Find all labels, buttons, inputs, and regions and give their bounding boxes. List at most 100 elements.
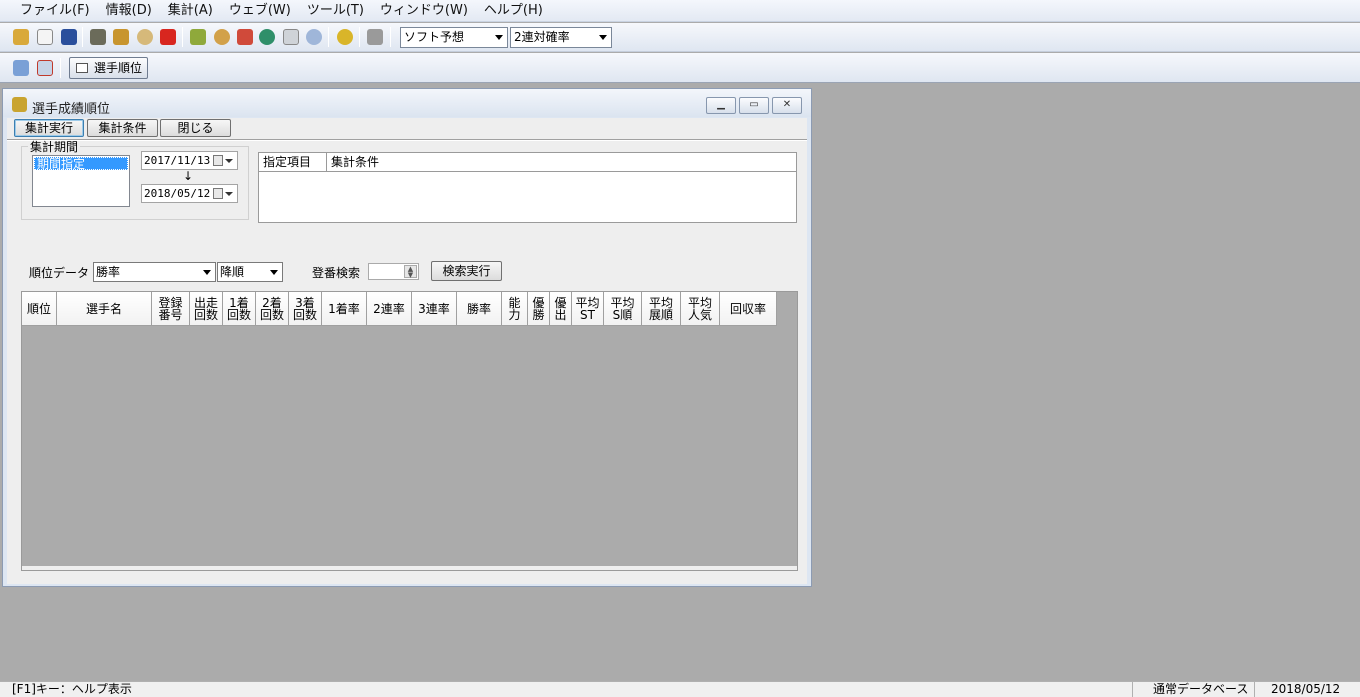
web-link-icon[interactable] bbox=[337, 29, 353, 45]
column-header[interactable]: 平均 展順 bbox=[642, 292, 681, 326]
date-to-picker[interactable]: 2018/05/12 bbox=[141, 184, 238, 203]
column-header-item[interactable]: 指定項目 bbox=[259, 153, 327, 172]
star-icon[interactable] bbox=[367, 29, 383, 45]
calendar-icon bbox=[213, 188, 223, 199]
toolbar-separator bbox=[359, 27, 360, 47]
column-header-condition[interactable]: 集計条件 bbox=[327, 153, 379, 171]
close-windows-icon[interactable] bbox=[37, 60, 53, 76]
chevron-down-icon bbox=[203, 270, 211, 275]
column-header[interactable]: 平均 人気 bbox=[681, 292, 720, 326]
menu-aggregate[interactable]: 集計(A) bbox=[160, 1, 221, 21]
window-toolbar bbox=[0, 53, 1360, 83]
column-header[interactable]: 回収率 bbox=[720, 292, 777, 326]
column-header[interactable]: 登録 番号 bbox=[152, 292, 190, 326]
motor-icon[interactable] bbox=[214, 29, 230, 45]
spin-arrows-icon[interactable]: ▲ ▼ bbox=[404, 265, 417, 279]
tab-racer-ranking-label: 選手順位 bbox=[94, 61, 143, 75]
maximize-button[interactable]: ▭ bbox=[739, 97, 769, 114]
search-run-button[interactable]: 検索実行 bbox=[431, 261, 502, 281]
chevron-down-icon bbox=[495, 35, 503, 40]
racer-group-icon[interactable] bbox=[90, 29, 106, 45]
ranking-table[interactable]: 順位 選手名 登録 番号 出走 回数 1着 回数 2着 回数 3着 回数 1着率… bbox=[21, 291, 798, 571]
toolbar-separator bbox=[182, 27, 183, 47]
racer-icon bbox=[12, 97, 27, 112]
tab-racer-ranking[interactable]: 選手順位 bbox=[69, 57, 148, 79]
date-to-value: 2018/05/12 bbox=[144, 187, 211, 200]
column-header[interactable]: 1着 回数 bbox=[223, 292, 256, 326]
probability-value: 2連対確率 bbox=[514, 30, 570, 44]
gear-icon[interactable] bbox=[137, 29, 153, 45]
calendar-icon bbox=[213, 155, 223, 166]
column-header[interactable]: 出走 回数 bbox=[190, 292, 223, 326]
run-aggregate-button[interactable]: 集計実行 bbox=[14, 119, 84, 137]
column-header[interactable]: 選手名 bbox=[57, 292, 152, 326]
calculator-icon[interactable] bbox=[283, 29, 299, 45]
menu-bar: ファイル(F) 情報(D) 集計(A) ウェブ(W) ツール(T) ウィンドウ(… bbox=[0, 0, 1360, 22]
checkflag-icon[interactable] bbox=[237, 29, 253, 45]
chevron-down-icon bbox=[599, 35, 607, 40]
document-icon[interactable] bbox=[37, 29, 53, 45]
racer-edit-icon[interactable] bbox=[190, 29, 206, 45]
divider bbox=[7, 139, 807, 141]
help-hint: [F1]キー：ヘルプ表示 bbox=[12, 682, 132, 696]
period-group: 集計期間 期間指定 2017/11/13 ↓ 2018/05/12 bbox=[21, 141, 249, 220]
date-status: 2018/05/12 bbox=[1254, 682, 1360, 697]
menu-file[interactable]: ファイル(F) bbox=[12, 1, 98, 21]
save-icon[interactable] bbox=[61, 29, 77, 45]
aggregate-conditions-button[interactable]: 集計条件 bbox=[87, 119, 158, 137]
chevron-down-icon bbox=[225, 192, 233, 196]
column-header[interactable]: 順位 bbox=[22, 292, 57, 326]
racer-ranking-window: 選手成績順位 ▁ ▭ ✕ 集計実行 集計条件 閉じる 集計期間 期間指定 201… bbox=[2, 88, 812, 587]
forecast-soft-select[interactable]: ソフト予想 bbox=[400, 27, 508, 48]
conditions-grid[interactable]: 指定項目 集計条件 bbox=[258, 152, 797, 223]
menu-window[interactable]: ウィンドウ(W) bbox=[372, 1, 476, 21]
rank-data-value: 勝率 bbox=[96, 265, 121, 279]
database-status: 通常データベース bbox=[1132, 682, 1254, 697]
toolbar-separator bbox=[390, 27, 391, 47]
chevron-down-icon bbox=[270, 270, 278, 275]
date-from-value: 2017/11/13 bbox=[144, 154, 211, 167]
cascade-windows-icon[interactable] bbox=[13, 60, 29, 76]
window-title: 選手成績順位 bbox=[32, 102, 111, 117]
minimize-button[interactable]: ▁ bbox=[706, 97, 736, 114]
column-header[interactable]: 能 力 bbox=[502, 292, 528, 326]
menu-web[interactable]: ウェブ(W) bbox=[221, 1, 299, 21]
ranking-table-header: 順位 選手名 登録 番号 出走 回数 1着 回数 2着 回数 3着 回数 1着率… bbox=[22, 292, 777, 326]
flag-icon[interactable] bbox=[160, 29, 176, 45]
arrow-down-icon: ↓ bbox=[183, 169, 194, 183]
column-header[interactable]: 1着率 bbox=[322, 292, 367, 326]
rank-data-select[interactable]: 勝率 bbox=[93, 262, 216, 282]
sort-order-select[interactable]: 降順 bbox=[217, 262, 283, 282]
open-folder-icon[interactable] bbox=[13, 29, 29, 45]
close-window-button[interactable]: ✕ bbox=[772, 97, 802, 114]
registration-search-label: 登番検索 bbox=[312, 266, 361, 280]
forecast-soft-value: ソフト予想 bbox=[404, 30, 465, 44]
column-header[interactable]: 勝率 bbox=[457, 292, 502, 326]
column-header[interactable]: 平均 S順 bbox=[604, 292, 642, 326]
globe-icon[interactable] bbox=[259, 29, 275, 45]
menu-help[interactable]: ヘルプ(H) bbox=[476, 1, 551, 21]
period-label: 集計期間 bbox=[28, 140, 81, 154]
probability-select[interactable]: 2連対確率 bbox=[510, 27, 612, 48]
window-titlebar[interactable]: 選手成績順位 ▁ ▭ ✕ bbox=[3, 89, 811, 117]
column-header[interactable]: 2着 回数 bbox=[256, 292, 289, 326]
window-icon bbox=[76, 63, 88, 73]
period-list-item[interactable]: 期間指定 bbox=[34, 157, 128, 171]
window-content: 集計実行 集計条件 閉じる 集計期間 期間指定 2017/11/13 ↓ 201… bbox=[7, 118, 807, 584]
column-header[interactable]: 平均 ST bbox=[572, 292, 604, 326]
close-button[interactable]: 閉じる bbox=[160, 119, 231, 137]
registration-search-input[interactable]: ▲ ▼ bbox=[368, 263, 419, 280]
date-from-picker[interactable]: 2017/11/13 bbox=[141, 151, 238, 170]
status-bar: [F1]キー：ヘルプ表示 通常データベース 2018/05/12 bbox=[0, 681, 1360, 697]
column-header[interactable]: 3連率 bbox=[412, 292, 457, 326]
column-header[interactable]: 2連率 bbox=[367, 292, 412, 326]
menu-tools[interactable]: ツール(T) bbox=[299, 1, 372, 21]
column-header[interactable]: 優 出 bbox=[550, 292, 572, 326]
column-header[interactable]: 優 勝 bbox=[528, 292, 550, 326]
column-header[interactable]: 3着 回数 bbox=[289, 292, 322, 326]
menu-info[interactable]: 情報(D) bbox=[98, 1, 160, 21]
period-list[interactable]: 期間指定 bbox=[32, 155, 130, 207]
search-icon[interactable] bbox=[306, 29, 322, 45]
racer-icon[interactable] bbox=[113, 29, 129, 45]
main-toolbar: ソフト予想 2連対確率 bbox=[0, 23, 1360, 52]
